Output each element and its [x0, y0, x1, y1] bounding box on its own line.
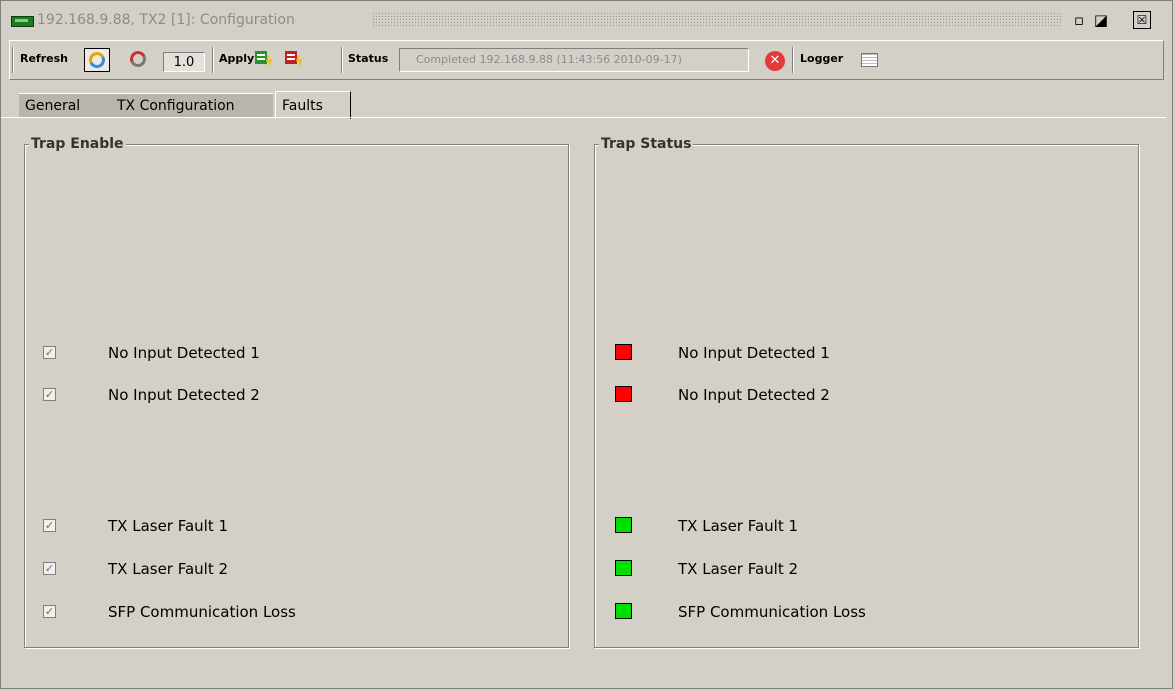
trap-enable-group: Trap Enable ✓ No Input Detected 1 ✓ No I… — [24, 136, 569, 648]
tab-bar: General TX Configuration Faults — [11, 91, 1161, 119]
trap-status-label: SFP Communication Loss — [678, 603, 866, 621]
status-field: Completed 192.168.9.88 (11:43:56 2010-09… — [399, 48, 749, 72]
title-bar[interactable]: 192.168.9.88, TX2 [1]: Configuration ▫ ◪… — [2, 2, 1171, 36]
trap-status-row: SFP Communication Loss — [595, 603, 1135, 623]
close-icon[interactable]: ☒ — [1133, 11, 1151, 29]
apply-label: Apply — [219, 52, 255, 65]
apply-red-button[interactable]: ϟ — [284, 50, 306, 68]
window-title: 192.168.9.88, TX2 [1]: Configuration — [37, 12, 301, 28]
toolbar-separator — [341, 47, 343, 73]
trap-status-label: TX Laser Fault 2 — [678, 560, 799, 578]
logger-icon[interactable] — [861, 53, 878, 67]
status-label: Status — [348, 52, 389, 65]
status-indicator — [615, 517, 632, 533]
configuration-window: 192.168.9.88, TX2 [1]: Configuration ▫ ◪… — [0, 0, 1173, 689]
error-icon[interactable]: ✕ — [765, 51, 785, 71]
trap-status-label: No Input Detected 1 — [678, 344, 830, 362]
status-indicator — [615, 344, 632, 360]
refresh-button[interactable] — [84, 48, 110, 72]
status-indicator — [615, 560, 632, 576]
refresh-rate-field[interactable]: 1.0 — [163, 52, 205, 72]
tab-divider — [1, 117, 1166, 118]
trap-status-row: No Input Detected 1 — [595, 344, 1135, 364]
trap-enable-checkbox[interactable]: ✓ — [43, 388, 56, 401]
trap-enable-label: No Input Detected 1 — [108, 344, 260, 362]
trap-enable-label: TX Laser Fault 2 — [108, 560, 229, 578]
trap-status-group: Trap Status No Input Detected 1 No Input… — [594, 136, 1139, 648]
trap-enable-row: ✓ No Input Detected 1 — [25, 344, 565, 364]
toolbar: Refresh 1.0 Apply ϟ ϟ Status Completed 1… — [9, 40, 1164, 80]
trap-enable-label: TX Laser Fault 1 — [108, 517, 229, 535]
trap-status-row: TX Laser Fault 1 — [595, 517, 1135, 537]
title-bar-grip — [372, 12, 1062, 28]
toolbar-separator — [792, 47, 794, 73]
trap-enable-checkbox[interactable]: ✓ — [43, 519, 56, 532]
trap-status-row: No Input Detected 2 — [595, 386, 1135, 406]
network-card-icon — [11, 16, 34, 27]
trap-enable-row: ✓ TX Laser Fault 1 — [25, 517, 565, 537]
trap-enable-row: ✓ TX Laser Fault 2 — [25, 560, 565, 580]
trap-enable-checkbox[interactable]: ✓ — [43, 346, 56, 359]
logger-label: Logger — [800, 52, 844, 65]
toolbar-separator — [12, 47, 14, 73]
bolt-icon: ϟ — [265, 54, 273, 68]
toolbar-separator — [212, 47, 214, 73]
stop-refresh-button[interactable] — [126, 48, 152, 72]
trap-status-row: TX Laser Fault 2 — [595, 560, 1135, 580]
trap-status-title: Trap Status — [599, 136, 694, 152]
maximize-icon[interactable]: ◪ — [1092, 11, 1110, 29]
trap-enable-label: No Input Detected 2 — [108, 386, 260, 404]
tab-general[interactable]: General — [19, 93, 113, 117]
status-indicator — [615, 603, 632, 619]
trap-enable-label: SFP Communication Loss — [108, 603, 296, 621]
refresh-label: Refresh — [20, 52, 68, 65]
bolt-icon: ϟ — [295, 54, 303, 68]
trap-status-label: No Input Detected 2 — [678, 386, 830, 404]
trap-enable-checkbox[interactable]: ✓ — [43, 562, 56, 575]
trap-status-label: TX Laser Fault 1 — [678, 517, 799, 535]
status-indicator — [615, 386, 632, 402]
tab-faults[interactable]: Faults — [275, 91, 351, 119]
stop-refresh-icon — [127, 48, 149, 70]
refresh-icon — [86, 49, 108, 71]
trap-enable-row: ✓ SFP Communication Loss — [25, 603, 565, 623]
trap-enable-title: Trap Enable — [29, 136, 126, 152]
trap-enable-row: ✓ No Input Detected 2 — [25, 386, 565, 406]
tab-tx-configuration[interactable]: TX Configuration — [111, 93, 273, 117]
restore-icon[interactable]: ▫ — [1070, 11, 1088, 29]
apply-green-button[interactable]: ϟ — [254, 50, 276, 68]
trap-enable-checkbox[interactable]: ✓ — [43, 605, 56, 618]
